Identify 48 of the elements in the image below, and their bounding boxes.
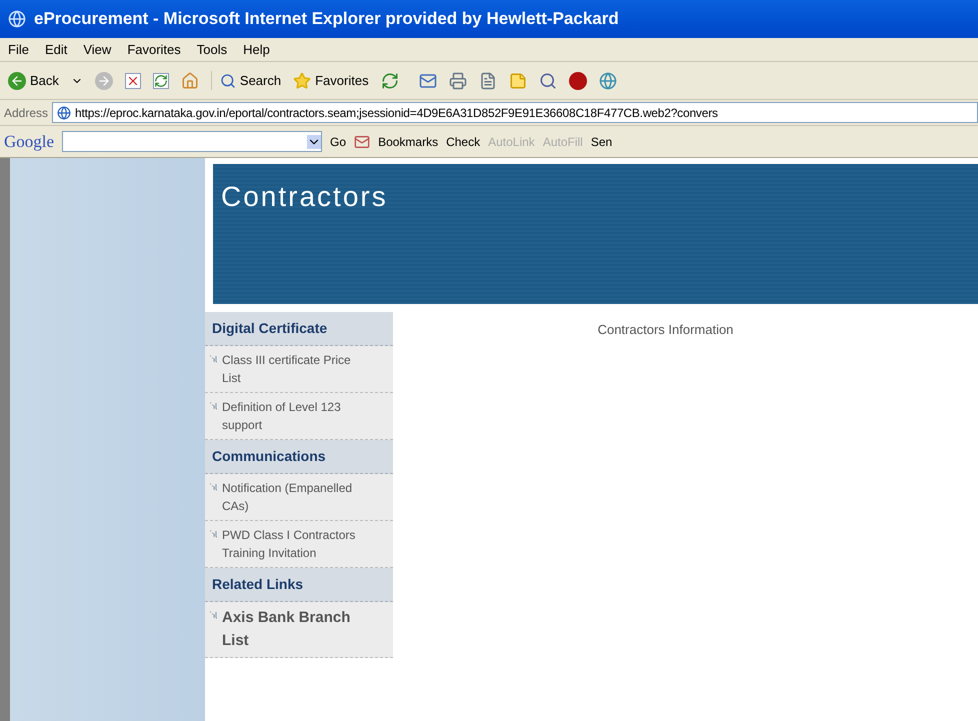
sidebar-link[interactable]: Class III certificate Price List <box>205 346 393 393</box>
google-toolbar-button[interactable]: Sen <box>590 132 612 150</box>
menu-item[interactable]: Tools <box>196 40 228 60</box>
sidebar-link[interactable]: Definition of Level 123 support <box>205 393 393 440</box>
menu-item[interactable]: File <box>8 40 29 60</box>
research-icon[interactable] <box>538 72 557 90</box>
bullet-icon <box>210 402 218 410</box>
bullet-icon <box>210 483 218 491</box>
section-heading: Digital Certificate <box>205 312 393 346</box>
search-button[interactable]: Search <box>210 70 282 90</box>
menu-item[interactable]: Edit <box>44 40 68 60</box>
print-icon[interactable] <box>448 72 467 90</box>
menu-item[interactable]: Help <box>243 40 270 60</box>
favorites-button[interactable]: Favorites <box>293 70 369 90</box>
stop-icon[interactable] <box>124 72 141 88</box>
bullet-icon <box>210 355 218 363</box>
menu-item[interactable]: Favorites <box>127 40 181 60</box>
content-heading: Contractors Information <box>598 321 734 339</box>
banner-title: Contractors <box>221 181 388 212</box>
google-search-field[interactable] <box>62 131 322 152</box>
edit-icon[interactable] <box>478 72 497 90</box>
note-icon[interactable] <box>508 72 527 90</box>
bullet-icon <box>210 530 218 538</box>
address-field[interactable]: https://eproc.karnataka.gov.in/eportal/contractors.seam;jsessionid=4D9E6A31D852F9E91E36608C18F477CB.web2?convers <box>52 102 978 123</box>
page-icon <box>57 106 72 120</box>
address-label: Address <box>4 104 48 122</box>
bullet-icon <box>210 611 218 619</box>
star-icon <box>293 72 312 90</box>
menu-item[interactable]: View <box>83 40 112 60</box>
home-icon[interactable] <box>180 72 199 90</box>
section-heading: Related Links <box>205 568 393 602</box>
sidebar-link[interactable]: Notification (Empanelled CAs) <box>205 474 393 521</box>
window-title: eProcurement - Microsoft Internet Explorer provided by Hewlett-Packard <box>34 8 619 30</box>
browser-icon <box>8 10 26 28</box>
section-heading: Communications <box>205 440 393 474</box>
sidebar-link[interactable]: Axis Bank Branch List <box>205 602 393 658</box>
toolbar-icon[interactable] <box>354 134 370 150</box>
dropdown-icon <box>307 134 322 148</box>
go-button[interactable]: Go <box>330 132 346 150</box>
google-toolbar-button[interactable]: Bookmarks <box>378 132 438 150</box>
forward-icon[interactable] <box>94 72 113 90</box>
google-toolbar-button[interactable]: Check <box>446 132 480 150</box>
refresh-icon[interactable] <box>152 72 169 88</box>
mail-icon[interactable] <box>418 72 437 90</box>
search-icon <box>220 72 236 88</box>
back-button[interactable]: Back <box>8 70 59 90</box>
google-logo: Google <box>4 130 54 153</box>
sidebar-link[interactable]: PWD Class I Contractors Training Invitation <box>205 521 393 568</box>
